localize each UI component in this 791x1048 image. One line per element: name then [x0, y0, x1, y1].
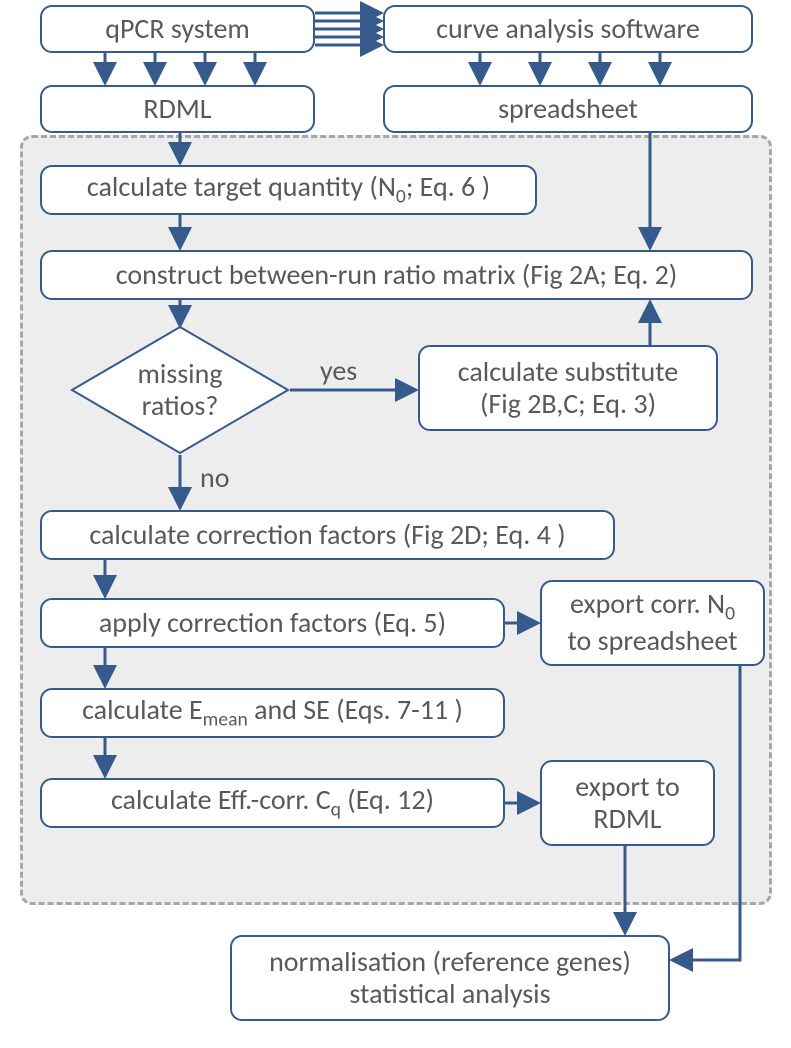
node-label: calculate Emean and SE (Eqs. 7-11 ) — [82, 694, 463, 731]
node-label: normalisation (reference genes)statistic… — [269, 946, 631, 1010]
node-apply-corr: apply correction factors (Eq. 5) — [40, 598, 505, 648]
node-export-rdml: export toRDML — [540, 760, 715, 846]
node-export-n0: export corr. N0to spreadsheet — [540, 580, 765, 666]
node-substitute: calculate substitute(Fig 2B,C; Eq. 3) — [418, 345, 718, 431]
node-label: RDML — [143, 93, 211, 125]
node-label: construct between-run ratio matrix (Fig … — [116, 259, 678, 291]
node-matrix: construct between-run ratio matrix (Fig … — [40, 250, 753, 300]
node-spreadsheet: spreadsheet — [383, 85, 753, 133]
node-label: calculate substitute(Fig 2B,C; Eq. 3) — [458, 356, 679, 420]
node-emean: calculate Emean and SE (Eqs. 7-11 ) — [40, 688, 505, 738]
node-label: export corr. N0to spreadsheet — [567, 588, 737, 657]
node-label: calculate correction factors (Fig 2D; Eq… — [89, 519, 565, 551]
node-label: export toRDML — [575, 771, 679, 835]
node-calc-corr: calculate correction factors (Fig 2D; Eq… — [40, 510, 615, 560]
node-calc-n0: calculate target quantity (N0; Eq. 6 ) — [40, 165, 537, 215]
node-label: missingratios? — [137, 358, 222, 422]
node-qpcr: qPCR system — [40, 5, 315, 53]
node-final: normalisation (reference genes)statistic… — [230, 935, 670, 1021]
flow-label-no: no — [200, 460, 229, 495]
node-label: qPCR system — [105, 13, 250, 45]
flow-label-yes: yes — [320, 353, 357, 388]
node-label: apply correction factors (Eq. 5) — [99, 607, 446, 639]
node-curve-sw: curve analysis software — [383, 5, 753, 53]
node-rdml: RDML — [40, 85, 315, 133]
node-label: calculate Eff.-corr. Cq (Eq. 12) — [111, 784, 434, 821]
node-label: curve analysis software — [436, 13, 700, 45]
node-missing-ratios: missingratios? — [70, 325, 290, 455]
node-eff-cq: calculate Eff.-corr. Cq (Eq. 12) — [40, 778, 505, 828]
node-label: spreadsheet — [498, 93, 638, 125]
node-label: calculate target quantity (N0; Eq. 6 ) — [87, 171, 490, 208]
